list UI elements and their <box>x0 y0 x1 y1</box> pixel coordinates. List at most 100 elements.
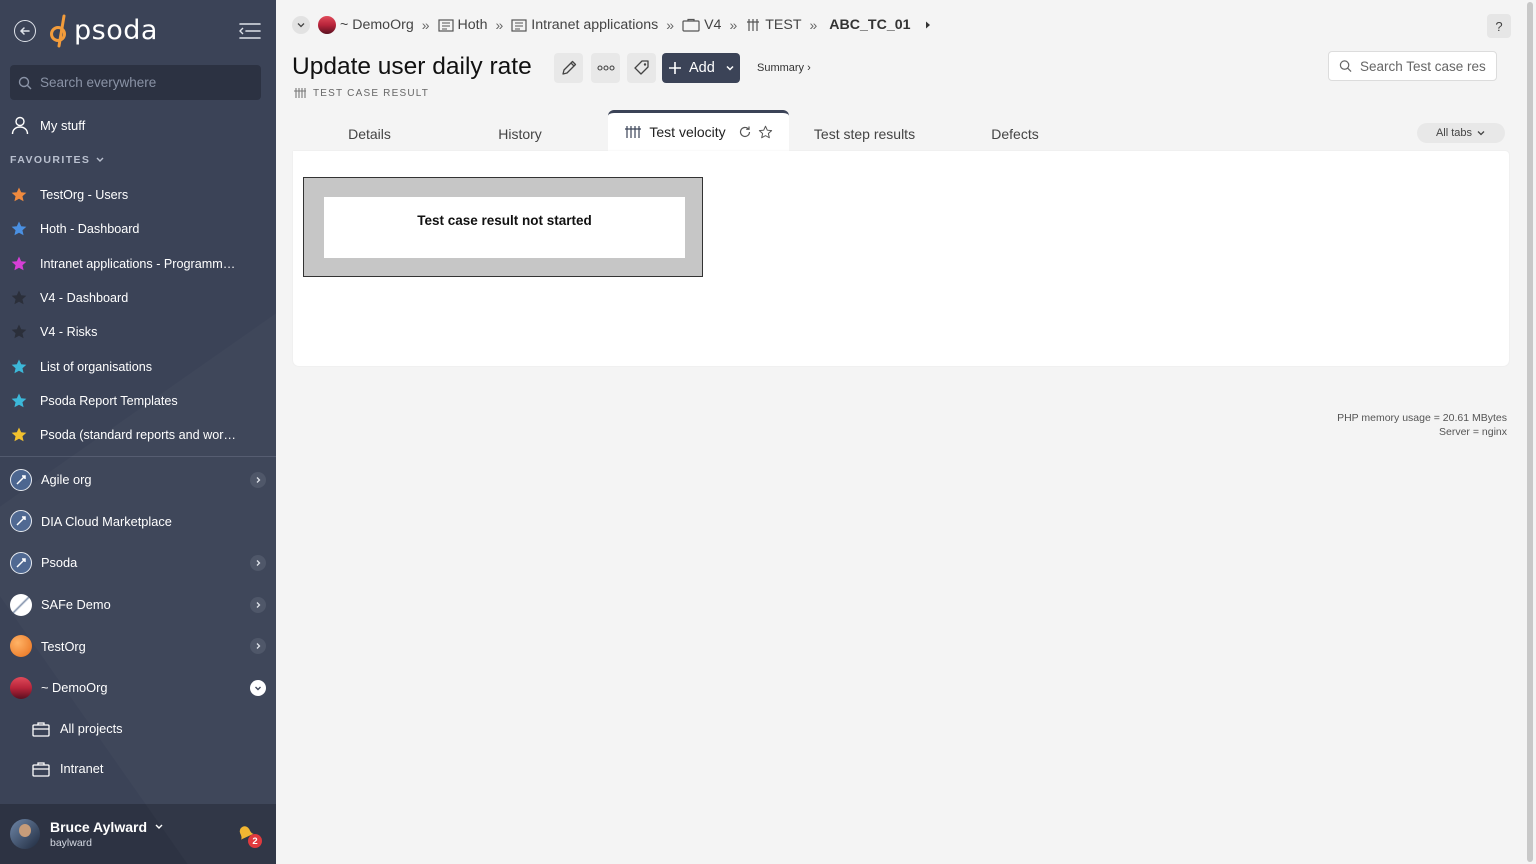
org-label: Agile org <box>41 472 92 488</box>
org-item-agile-org[interactable]: Agile org <box>0 459 276 501</box>
caret-right-icon <box>925 21 930 29</box>
breadcrumb-item-test[interactable]: TEST <box>745 17 802 33</box>
breadcrumb-label: ~ DemoOrg <box>340 17 414 33</box>
favourites-toggle[interactable]: FAVOURITES <box>10 154 106 166</box>
all-tabs-dropdown[interactable]: All tabs <box>1417 123 1505 143</box>
org-item-testorg[interactable]: TestOrg <box>0 625 276 667</box>
user-name: Bruce Aylward <box>50 819 147 835</box>
favourites-heading: FAVOURITES <box>10 154 91 166</box>
org-item-demoorg[interactable]: ~ DemoOrg <box>0 667 276 709</box>
favourite-item[interactable]: Hoth - Dashboard <box>10 212 266 246</box>
tab-defects[interactable]: Defects <box>940 113 1090 154</box>
rocket-icon <box>10 510 32 533</box>
tag-icon <box>633 60 649 75</box>
add-button[interactable]: Add <box>662 53 740 83</box>
tab-history[interactable]: History <box>447 113 593 154</box>
user-icon <box>11 116 29 135</box>
global-search-input[interactable] <box>40 75 250 90</box>
breadcrumb-item-v4[interactable]: V4 <box>682 17 721 33</box>
help-label: ? <box>1495 18 1503 34</box>
breadcrumb-item-demoorg[interactable]: ~ DemoOrg <box>318 16 414 34</box>
tab-label: History <box>498 125 542 142</box>
breadcrumb-item-hoth[interactable]: Hoth <box>437 17 488 33</box>
breadcrumb-separator: » <box>729 17 738 33</box>
sub-item-all-projects[interactable]: All projects <box>0 709 276 749</box>
more-options-button[interactable] <box>591 53 620 83</box>
favourites-list: TestOrg - Users Hoth - Dashboard Intrane… <box>10 178 266 452</box>
chevron-right-icon[interactable] <box>250 638 266 655</box>
breadcrumb-separator: » <box>666 17 675 33</box>
my-stuff-label: My stuff <box>40 117 86 133</box>
sidebar: psoda My stuff FAVOURITES TestOrg - User… <box>0 0 276 864</box>
org-item-dia-cloud-marketplace[interactable]: DIA Cloud Marketplace <box>0 501 276 543</box>
tab-label: Test velocity <box>649 124 726 140</box>
sub-item-intranet[interactable]: Intranet <box>0 749 276 789</box>
favourite-item[interactable]: Psoda (standard reports and work... <box>10 418 266 452</box>
star-outline-icon[interactable] <box>758 125 773 140</box>
sidebar-header: psoda <box>0 0 276 64</box>
favourite-item[interactable]: V4 - Dashboard <box>10 281 266 315</box>
test-velocity-message-box: Test case result not started <box>324 197 685 258</box>
breadcrumb-item-intranet-applications[interactable]: Intranet applications <box>511 17 658 33</box>
user-menu[interactable]: Bruce Aylward baylward <box>0 804 276 864</box>
my-stuff-link[interactable]: My stuff <box>10 113 266 137</box>
chevron-right-icon[interactable] <box>250 596 266 613</box>
help-button[interactable]: ? <box>1487 14 1511 38</box>
sub-item-label: All projects <box>60 721 123 737</box>
breadcrumb-item-current[interactable]: ABC_TC_01 <box>825 17 932 33</box>
favourite-item[interactable]: List of organisations <box>10 349 266 383</box>
breadcrumb-label: V4 <box>704 17 722 33</box>
star-icon <box>11 187 27 202</box>
favourite-label: V4 - Dashboard <box>40 291 129 306</box>
tab-label: Details <box>348 125 391 142</box>
tab-label: Test step results <box>813 125 916 142</box>
tab-test-step-results[interactable]: Test step results <box>789 113 940 154</box>
breadcrumb-separator: » <box>809 17 818 33</box>
rocket-icon <box>10 551 32 574</box>
back-button[interactable] <box>14 20 36 42</box>
chevron-right-icon[interactable] <box>250 555 266 572</box>
breadcrumb-dropdown-button[interactable] <box>292 16 310 34</box>
org-item-safe-demo[interactable]: SAFe Demo <box>0 584 276 626</box>
psoda-logo[interactable]: psoda <box>50 12 158 48</box>
chevron-down-icon <box>297 23 305 28</box>
notifications-button[interactable]: 2 <box>236 824 262 848</box>
rocket-icon <box>10 468 32 491</box>
chevron-right-icon[interactable] <box>250 472 266 488</box>
favourite-item[interactable]: Psoda Report Templates <box>10 384 266 418</box>
global-search[interactable] <box>10 65 261 100</box>
breadcrumb-label: ABC_TC_01 <box>829 17 911 33</box>
sidebar-divider <box>0 456 276 457</box>
favourite-item[interactable]: TestOrg - Users <box>10 178 266 212</box>
search-test-case-results[interactable] <box>1328 51 1497 81</box>
organisation-list: Agile org DIA Cloud Marketplace Psoda SA… <box>0 459 276 789</box>
breadcrumb-label: Intranet applications <box>531 17 659 33</box>
notification-count-badge: 2 <box>248 834 262 848</box>
search-test-case-input[interactable] <box>1360 58 1496 74</box>
search-icon <box>1339 60 1352 72</box>
edit-button[interactable] <box>554 53 583 83</box>
tag-button[interactable] <box>627 53 656 83</box>
favourite-label: List of organisations <box>40 359 153 374</box>
breadcrumb-label: Hoth <box>457 17 488 33</box>
tab-test-velocity[interactable]: Test velocity <box>608 110 789 151</box>
star-icon <box>11 324 27 339</box>
collapse-sidebar-button[interactable] <box>236 20 264 42</box>
org-label: Psoda <box>41 555 78 571</box>
favourite-item[interactable]: V4 - Risks <box>10 315 266 349</box>
tab-details[interactable]: Details <box>292 113 447 154</box>
chevron-down-icon <box>96 157 104 162</box>
velocity-message: Test case result not started <box>417 213 592 228</box>
summary-link[interactable]: Summary › <box>757 62 811 74</box>
ellipsis-icon <box>596 65 615 71</box>
chevron-down-icon <box>155 824 163 829</box>
breadcrumb-separator: » <box>495 17 504 33</box>
psoda-logo-mark <box>50 14 66 48</box>
chevron-down-icon[interactable] <box>250 679 266 696</box>
refresh-icon[interactable] <box>738 125 752 139</box>
scrollbar-thumb[interactable] <box>1527 2 1533 862</box>
search-icon <box>18 76 32 89</box>
favourite-item[interactable]: Intranet applications - Programme... <box>10 247 266 281</box>
breadcrumb: ~ DemoOrg » Hoth » Intranet applications… <box>292 14 933 36</box>
org-item-psoda[interactable]: Psoda <box>0 542 276 584</box>
